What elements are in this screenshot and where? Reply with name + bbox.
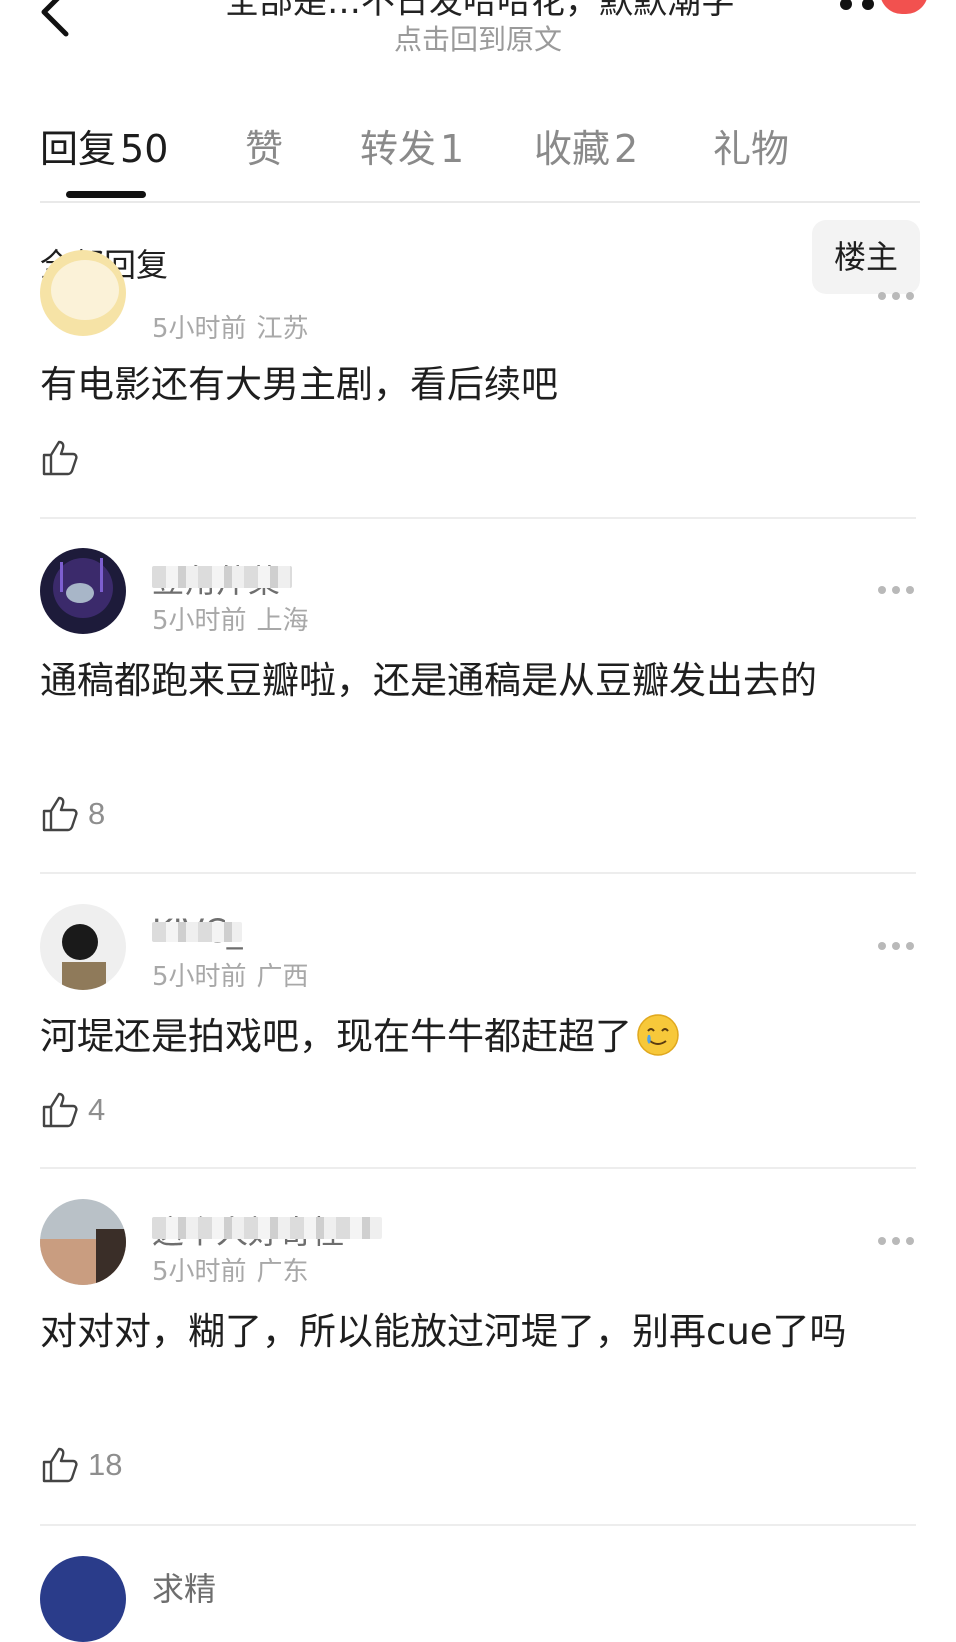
- avatar[interactable]: [40, 250, 126, 336]
- comment-location: 上海: [256, 606, 309, 636]
- tab-likes[interactable]: 赞: [245, 118, 283, 173]
- filter-row: 全部回复 楼主: [40, 218, 920, 298]
- comment-text: 有电影还有大男主剧，看后续吧: [40, 363, 558, 406]
- comment-location: 广东: [256, 1257, 309, 1287]
- more-dots-icon: [878, 942, 886, 950]
- tab-gifts[interactable]: 礼物: [713, 118, 789, 173]
- comment-text: 通稿都跑来豆瓣啦，还是通稿是从豆瓣发出去的: [40, 659, 817, 702]
- avatar[interactable]: [40, 1556, 126, 1642]
- like-button[interactable]: [40, 436, 80, 480]
- like-button[interactable]: 18: [40, 1443, 122, 1487]
- comment-divider: [40, 872, 916, 874]
- tearful-smile-emoji: [637, 1014, 679, 1056]
- comment-location: 江苏: [256, 314, 309, 344]
- username-mosaic: [152, 1217, 382, 1239]
- more-dots-icon: [878, 586, 886, 594]
- comment-more-button[interactable]: [878, 942, 918, 956]
- active-tab-indicator: [66, 191, 146, 198]
- comment-meta: 5小时前 广西: [152, 956, 309, 993]
- more-dots-icon: [878, 292, 886, 300]
- thumbs-up-icon: [42, 440, 78, 476]
- comment-divider: [40, 1524, 916, 1526]
- comment-more-button[interactable]: [878, 1237, 918, 1251]
- like-button[interactable]: 8: [40, 792, 105, 836]
- comment-username[interactable]: 求精: [152, 1564, 216, 1610]
- avatar[interactable]: [40, 548, 126, 634]
- thumbs-up-icon: [42, 1092, 78, 1128]
- comment-divider: [40, 517, 916, 519]
- tab-favorites[interactable]: 收藏 2: [534, 118, 638, 173]
- tab-reposts[interactable]: 转发 1: [360, 118, 464, 173]
- comment-time: 5小时前: [152, 1257, 247, 1287]
- comment-text: 河堤还是拍戏吧，现在牛牛都赶超了: [40, 1008, 900, 1066]
- thumbs-up-icon: [42, 796, 78, 832]
- comment-more-button[interactable]: [878, 586, 918, 600]
- thumbs-up-icon: [42, 1447, 78, 1483]
- comment-time: 5小时前: [152, 962, 247, 992]
- tab-replies[interactable]: 回复 50: [40, 118, 168, 173]
- like-count: 18: [88, 1447, 123, 1482]
- back-to-post-link[interactable]: 点击回到原文: [0, 18, 956, 58]
- like-button[interactable]: 4: [40, 1088, 105, 1132]
- comment-time: 5小时前: [152, 606, 247, 636]
- tab-bar: 回复 50 赞 转发 1 收藏 2 礼物: [40, 118, 920, 208]
- more-dots-icon: [840, 0, 852, 10]
- comment-meta: 5小时前 上海: [152, 600, 309, 637]
- avatar[interactable]: [40, 1199, 126, 1285]
- comment-text: 对对对，糊了，所以能放过河堤了，别再cue了吗: [40, 1310, 847, 1353]
- like-count: 8: [88, 796, 106, 831]
- comment-location: 广西: [256, 962, 309, 992]
- comment-divider: [40, 1167, 916, 1169]
- tabs-divider: [40, 201, 920, 203]
- comment-meta: 5小时前 广东: [152, 1251, 309, 1288]
- more-dots-icon: [878, 1237, 886, 1245]
- like-count: 4: [88, 1092, 106, 1127]
- username-mosaic: [152, 922, 242, 942]
- comment-meta: 5小时前 江苏: [152, 308, 309, 345]
- comment-more-button[interactable]: [878, 292, 918, 306]
- owner-filter-button[interactable]: 楼主: [812, 220, 920, 294]
- username-mosaic: [152, 566, 292, 588]
- comment-time: 5小时前: [152, 314, 247, 344]
- avatar[interactable]: [40, 904, 126, 990]
- top-bar: 全部是…不日发哈哈花，默默潮字 点击回到原文: [0, 0, 956, 70]
